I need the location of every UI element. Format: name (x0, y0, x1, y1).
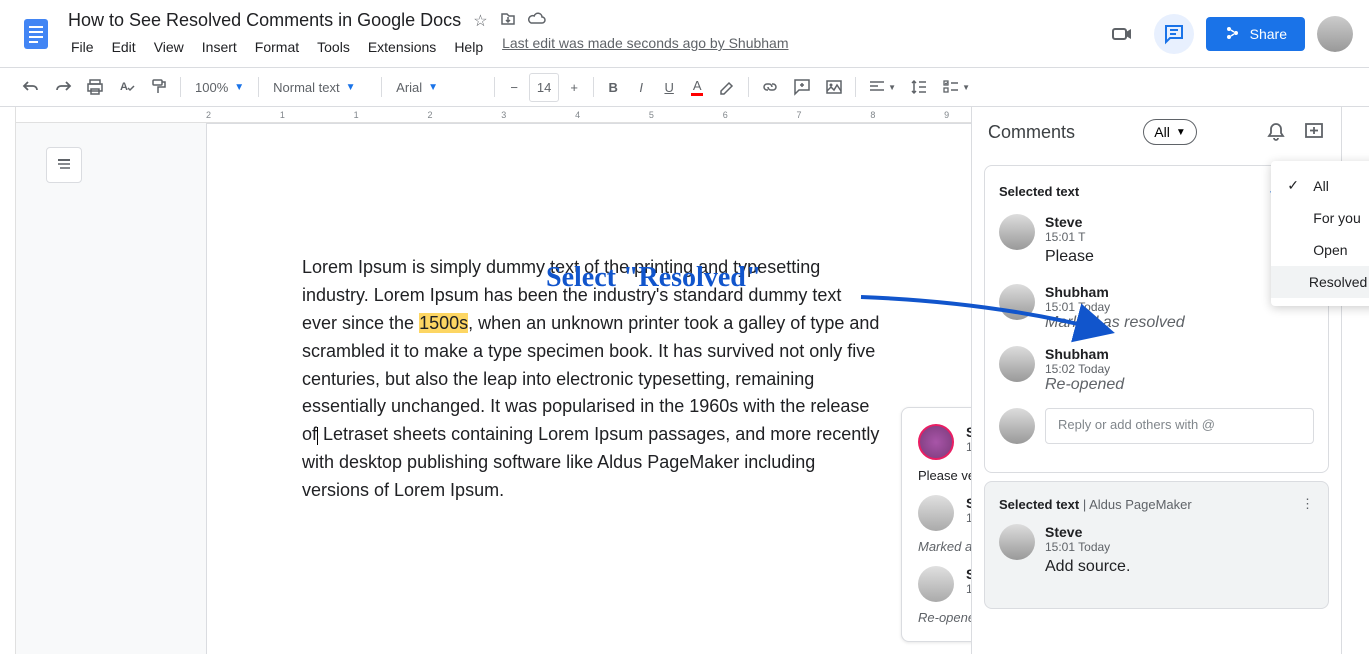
link-icon[interactable] (755, 72, 785, 102)
avatar-steve (918, 424, 954, 460)
content-area: 211234567891011121314 Lorem Ipsum is sim… (0, 107, 1369, 654)
paint-format-icon[interactable] (144, 72, 174, 102)
menu-view[interactable]: View (147, 35, 191, 59)
line-spacing-icon[interactable] (904, 72, 934, 102)
comments-panel: Comments All▼ ✓All For you Open Resolved… (971, 107, 1341, 654)
font-size-input[interactable]: 14 (529, 73, 559, 102)
filter-option-foryou[interactable]: For you (1271, 202, 1369, 234)
toolbar: A 100%▼ Normal text▼ Arial▼ − 14 + B I U… (0, 67, 1369, 107)
comments-icon[interactable] (1154, 14, 1194, 54)
move-icon[interactable] (500, 11, 516, 31)
comments-title: Comments (988, 122, 1075, 143)
profile-avatar[interactable] (1317, 16, 1353, 52)
menu-format[interactable]: Format (248, 35, 306, 59)
filter-option-all[interactable]: ✓All (1271, 169, 1369, 202)
meet-icon[interactable] (1102, 14, 1142, 54)
ruler-vertical (0, 107, 16, 654)
filter-dropdown: ✓All For you Open Resolved (1271, 161, 1369, 306)
avatar-shubham (918, 495, 954, 531)
avatar (999, 524, 1035, 560)
font-size-increase[interactable]: + (561, 74, 587, 101)
menu-extensions[interactable]: Extensions (361, 35, 443, 59)
svg-text:A: A (120, 81, 128, 93)
font-select[interactable]: Arial▼ (388, 76, 488, 99)
share-button[interactable]: Share (1206, 17, 1305, 51)
print-icon[interactable] (80, 72, 110, 102)
menu-file[interactable]: File (64, 35, 101, 59)
annotation-arrow (856, 282, 1126, 352)
last-edit-link[interactable]: Last edit was made seconds ago by Shubha… (502, 35, 788, 59)
checklist-icon[interactable]: ▼ (936, 72, 976, 102)
menu-bar: File Edit View Insert Format Tools Exten… (64, 35, 1094, 59)
more-icon[interactable]: ⋮ (1301, 496, 1314, 512)
annotation-text: Select "Resolved" (546, 262, 761, 294)
text-color-icon[interactable]: A (684, 72, 710, 102)
spellcheck-icon[interactable]: A (112, 72, 142, 102)
star-icon[interactable]: ☆ (473, 11, 487, 31)
comments-panel-header: Comments All▼ ✓All For you Open Resolved (972, 107, 1341, 157)
document-page[interactable]: Lorem Ipsum is simply dummy text of the … (206, 123, 976, 654)
highlighted-text: 1500s (419, 313, 468, 333)
doc-title[interactable]: How to See Resolved Comments in Google D… (64, 8, 465, 33)
cloud-icon[interactable] (528, 11, 546, 31)
bold-icon[interactable]: B (600, 74, 626, 101)
outline-icon[interactable] (46, 147, 82, 183)
redo-icon[interactable] (48, 72, 78, 102)
font-size-decrease[interactable]: − (501, 74, 527, 101)
menu-help[interactable]: Help (447, 35, 490, 59)
header-right: Share (1102, 14, 1353, 54)
align-icon[interactable]: ▼ (862, 72, 902, 102)
share-label: Share (1250, 26, 1287, 42)
italic-icon[interactable]: I (628, 74, 654, 101)
title-area: How to See Resolved Comments in Google D… (64, 8, 1094, 59)
highlight-icon[interactable] (712, 72, 742, 102)
undo-icon[interactable] (16, 72, 46, 102)
comment-thread-2[interactable]: Selected text | Aldus PageMaker ⋮ Steve … (984, 481, 1329, 609)
header: How to See Resolved Comments in Google D… (0, 0, 1369, 67)
underline-icon[interactable]: U (656, 74, 682, 101)
style-select[interactable]: Normal text▼ (265, 76, 375, 99)
avatar (999, 214, 1035, 250)
avatar (999, 408, 1035, 444)
image-icon[interactable] (819, 72, 849, 102)
menu-edit[interactable]: Edit (105, 35, 143, 59)
zoom-select[interactable]: 100%▼ (187, 76, 252, 99)
reply-input[interactable]: Reply or add others with @ (1045, 408, 1314, 444)
filter-option-resolved[interactable]: Resolved (1271, 266, 1369, 298)
menu-insert[interactable]: Insert (195, 35, 244, 59)
add-comment-icon[interactable] (787, 72, 817, 102)
comments-filter-button[interactable]: All▼ (1143, 119, 1196, 145)
docs-icon[interactable] (16, 14, 56, 54)
notifications-icon[interactable] (1265, 121, 1287, 143)
avatar-shubham (918, 566, 954, 602)
new-comment-icon[interactable] (1303, 121, 1325, 143)
filter-option-open[interactable]: Open (1271, 234, 1369, 266)
menu-tools[interactable]: Tools (310, 35, 357, 59)
